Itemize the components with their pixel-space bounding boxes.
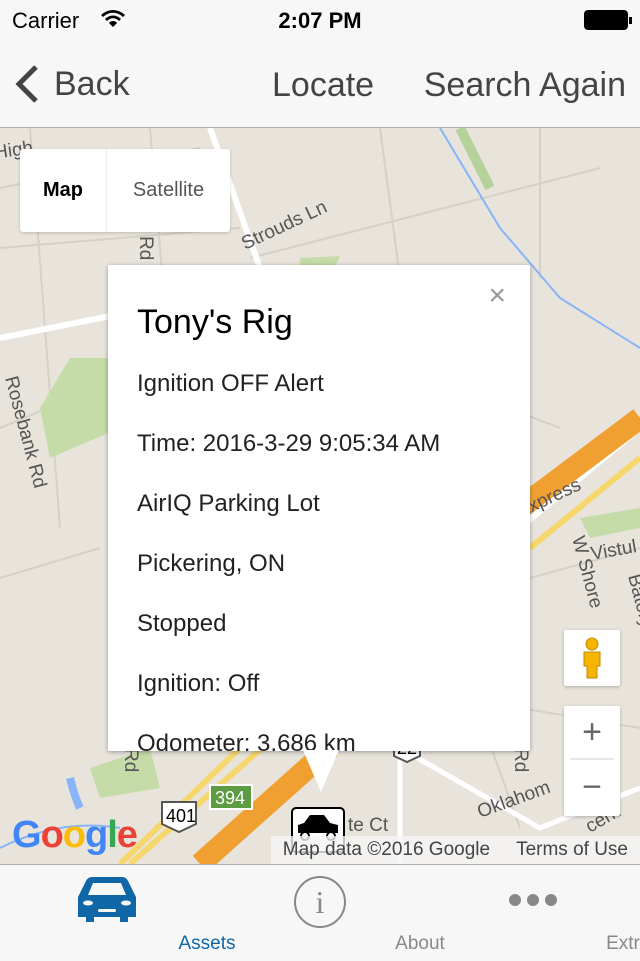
info-line-time: Time: 2016-3-29 9:05:34 AM [137, 430, 441, 457]
more-icon [509, 894, 557, 906]
info-line-alert: Ignition OFF Alert [137, 370, 324, 397]
map-data-credit: Map data ©2016 Google [282, 839, 491, 860]
map-attribution: Map data ©2016 Google Terms of Use [270, 836, 640, 864]
info-window-pointer [303, 750, 339, 792]
zoom-in-button[interactable]: + [570, 706, 614, 760]
chevron-left-icon [15, 65, 38, 103]
info-icon: i [294, 876, 346, 928]
street-label: te Ct [348, 815, 389, 836]
tab-label: Extras [606, 933, 640, 954]
street-label: Batory [623, 572, 640, 631]
map-type-control: Map Satellite [20, 149, 230, 232]
tab-assets[interactable]: Assets [7, 865, 236, 961]
zoom-control: + − [564, 706, 620, 816]
tab-bar: Assets i About Extras [0, 864, 640, 960]
street-label: Rd [510, 748, 531, 772]
street-label: Vistul [589, 536, 638, 565]
highway-401-shield: 401 [166, 806, 196, 826]
navigation-bar: Back Locate Search Again [0, 40, 640, 128]
terms-of-use-link[interactable]: Terms of Use [516, 839, 628, 861]
info-line-ignition: Ignition: Off [137, 670, 260, 697]
highway-394-shield: 394 [215, 788, 245, 808]
map-view[interactable]: Strouds Ln High Rd Rosebank Rd Express W… [0, 128, 640, 864]
svg-text:i: i [316, 884, 325, 920]
street-label: Rd [120, 748, 141, 772]
google-logo: Google [12, 814, 138, 856]
status-bar: Carrier 2:07 PM [0, 0, 640, 40]
locate-button[interactable]: Locate [272, 66, 374, 105]
tab-extras[interactable]: Extras [433, 865, 640, 961]
back-button[interactable]: Back [14, 64, 130, 104]
clock: 2:07 PM [278, 8, 362, 33]
info-line-location: AirIQ Parking Lot [137, 490, 320, 517]
info-window: × Tony's Rig Ignition OFF Alert Time: 20… [108, 265, 530, 751]
info-line-city: Pickering, ON [137, 550, 286, 577]
back-label: Back [54, 64, 130, 103]
search-again-button[interactable]: Search Again [424, 66, 626, 105]
street-label: Rosebank Rd [0, 374, 50, 491]
map-type-map-button[interactable]: Map [20, 149, 107, 232]
info-line-odometer: Odometer: 3,686 km [137, 730, 356, 751]
pegman-icon [583, 637, 601, 679]
battery-icon [584, 10, 632, 30]
close-icon[interactable]: × [488, 279, 506, 313]
street-label: Rd [135, 236, 156, 260]
car-icon [78, 877, 136, 922]
street-view-pegman-button[interactable] [564, 630, 620, 686]
zoom-out-button[interactable]: − [564, 760, 620, 814]
info-line-state: Stopped [137, 610, 227, 637]
info-window-title: Tony's Rig [137, 303, 293, 341]
street-label: Strouds Ln [238, 197, 330, 255]
map-type-satellite-button[interactable]: Satellite [107, 149, 230, 232]
tab-about[interactable]: i About [220, 865, 445, 961]
